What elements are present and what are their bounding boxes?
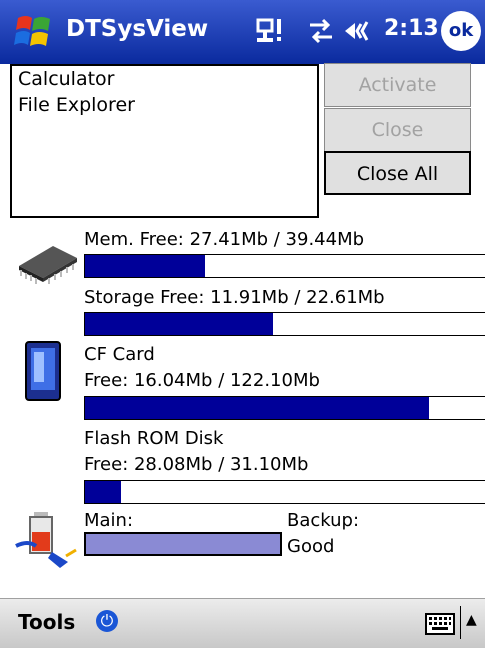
- sync-arrows-icon[interactable]: [306, 16, 336, 46]
- flash-rom-free-label: Free: 28.08Mb / 31.10Mb: [84, 454, 309, 475]
- volume-icon[interactable]: [342, 16, 374, 46]
- activate-button[interactable]: Activate: [324, 63, 471, 107]
- tools-menu[interactable]: Tools: [18, 610, 75, 634]
- power-icon[interactable]: ⏻: [96, 610, 118, 632]
- clock[interactable]: 2:13: [384, 16, 439, 41]
- cf-card-bar-fill: [85, 397, 429, 419]
- close-button[interactable]: Close: [324, 108, 471, 152]
- main-battery-bar: [84, 532, 282, 556]
- input-menu-arrow-icon[interactable]: ▲: [466, 612, 477, 628]
- battery-power-icon: [15, 512, 77, 568]
- app-title: DTSysView: [66, 16, 209, 42]
- memory-bar-fill: [85, 255, 205, 277]
- running-tasks-list[interactable]: Calculator File Explorer: [10, 64, 319, 218]
- memory-free-label: Mem. Free: 27.41Mb / 39.44Mb: [84, 229, 365, 250]
- close-all-button[interactable]: Close All: [324, 151, 471, 195]
- flash-rom-bar: [84, 480, 485, 504]
- ok-button[interactable]: ok: [441, 11, 481, 51]
- bottom-menu-bar: Tools ⏻ ▲: [0, 598, 485, 648]
- backup-battery-status: Good: [287, 536, 335, 557]
- menu-separator: [460, 606, 461, 639]
- storage-bar: [84, 312, 485, 336]
- cf-card-icon: [25, 341, 61, 401]
- task-item-calculator[interactable]: Calculator: [12, 66, 317, 92]
- flash-rom-bar-fill: [85, 481, 121, 503]
- memory-chip-icon: [19, 246, 77, 284]
- cf-card-bar: [84, 396, 485, 420]
- cf-card-free-label: Free: 16.04Mb / 122.10Mb: [84, 370, 320, 391]
- main-battery-label: Main:: [84, 510, 134, 531]
- keyboard-icon[interactable]: [425, 613, 455, 635]
- storage-free-label: Storage Free: 11.91Mb / 22.61Mb: [84, 287, 385, 308]
- connectivity-alert-icon[interactable]: [256, 16, 286, 46]
- cf-card-label: CF Card: [84, 344, 155, 365]
- backup-battery-label: Backup:: [287, 510, 360, 531]
- task-item-file-explorer[interactable]: File Explorer: [12, 92, 317, 118]
- windows-start-icon[interactable]: [14, 12, 54, 52]
- title-bar: DTSysView 2:13 ok: [0, 0, 485, 64]
- storage-bar-fill: [85, 313, 273, 335]
- memory-bar: [84, 254, 485, 278]
- flash-rom-label: Flash ROM Disk: [84, 428, 224, 449]
